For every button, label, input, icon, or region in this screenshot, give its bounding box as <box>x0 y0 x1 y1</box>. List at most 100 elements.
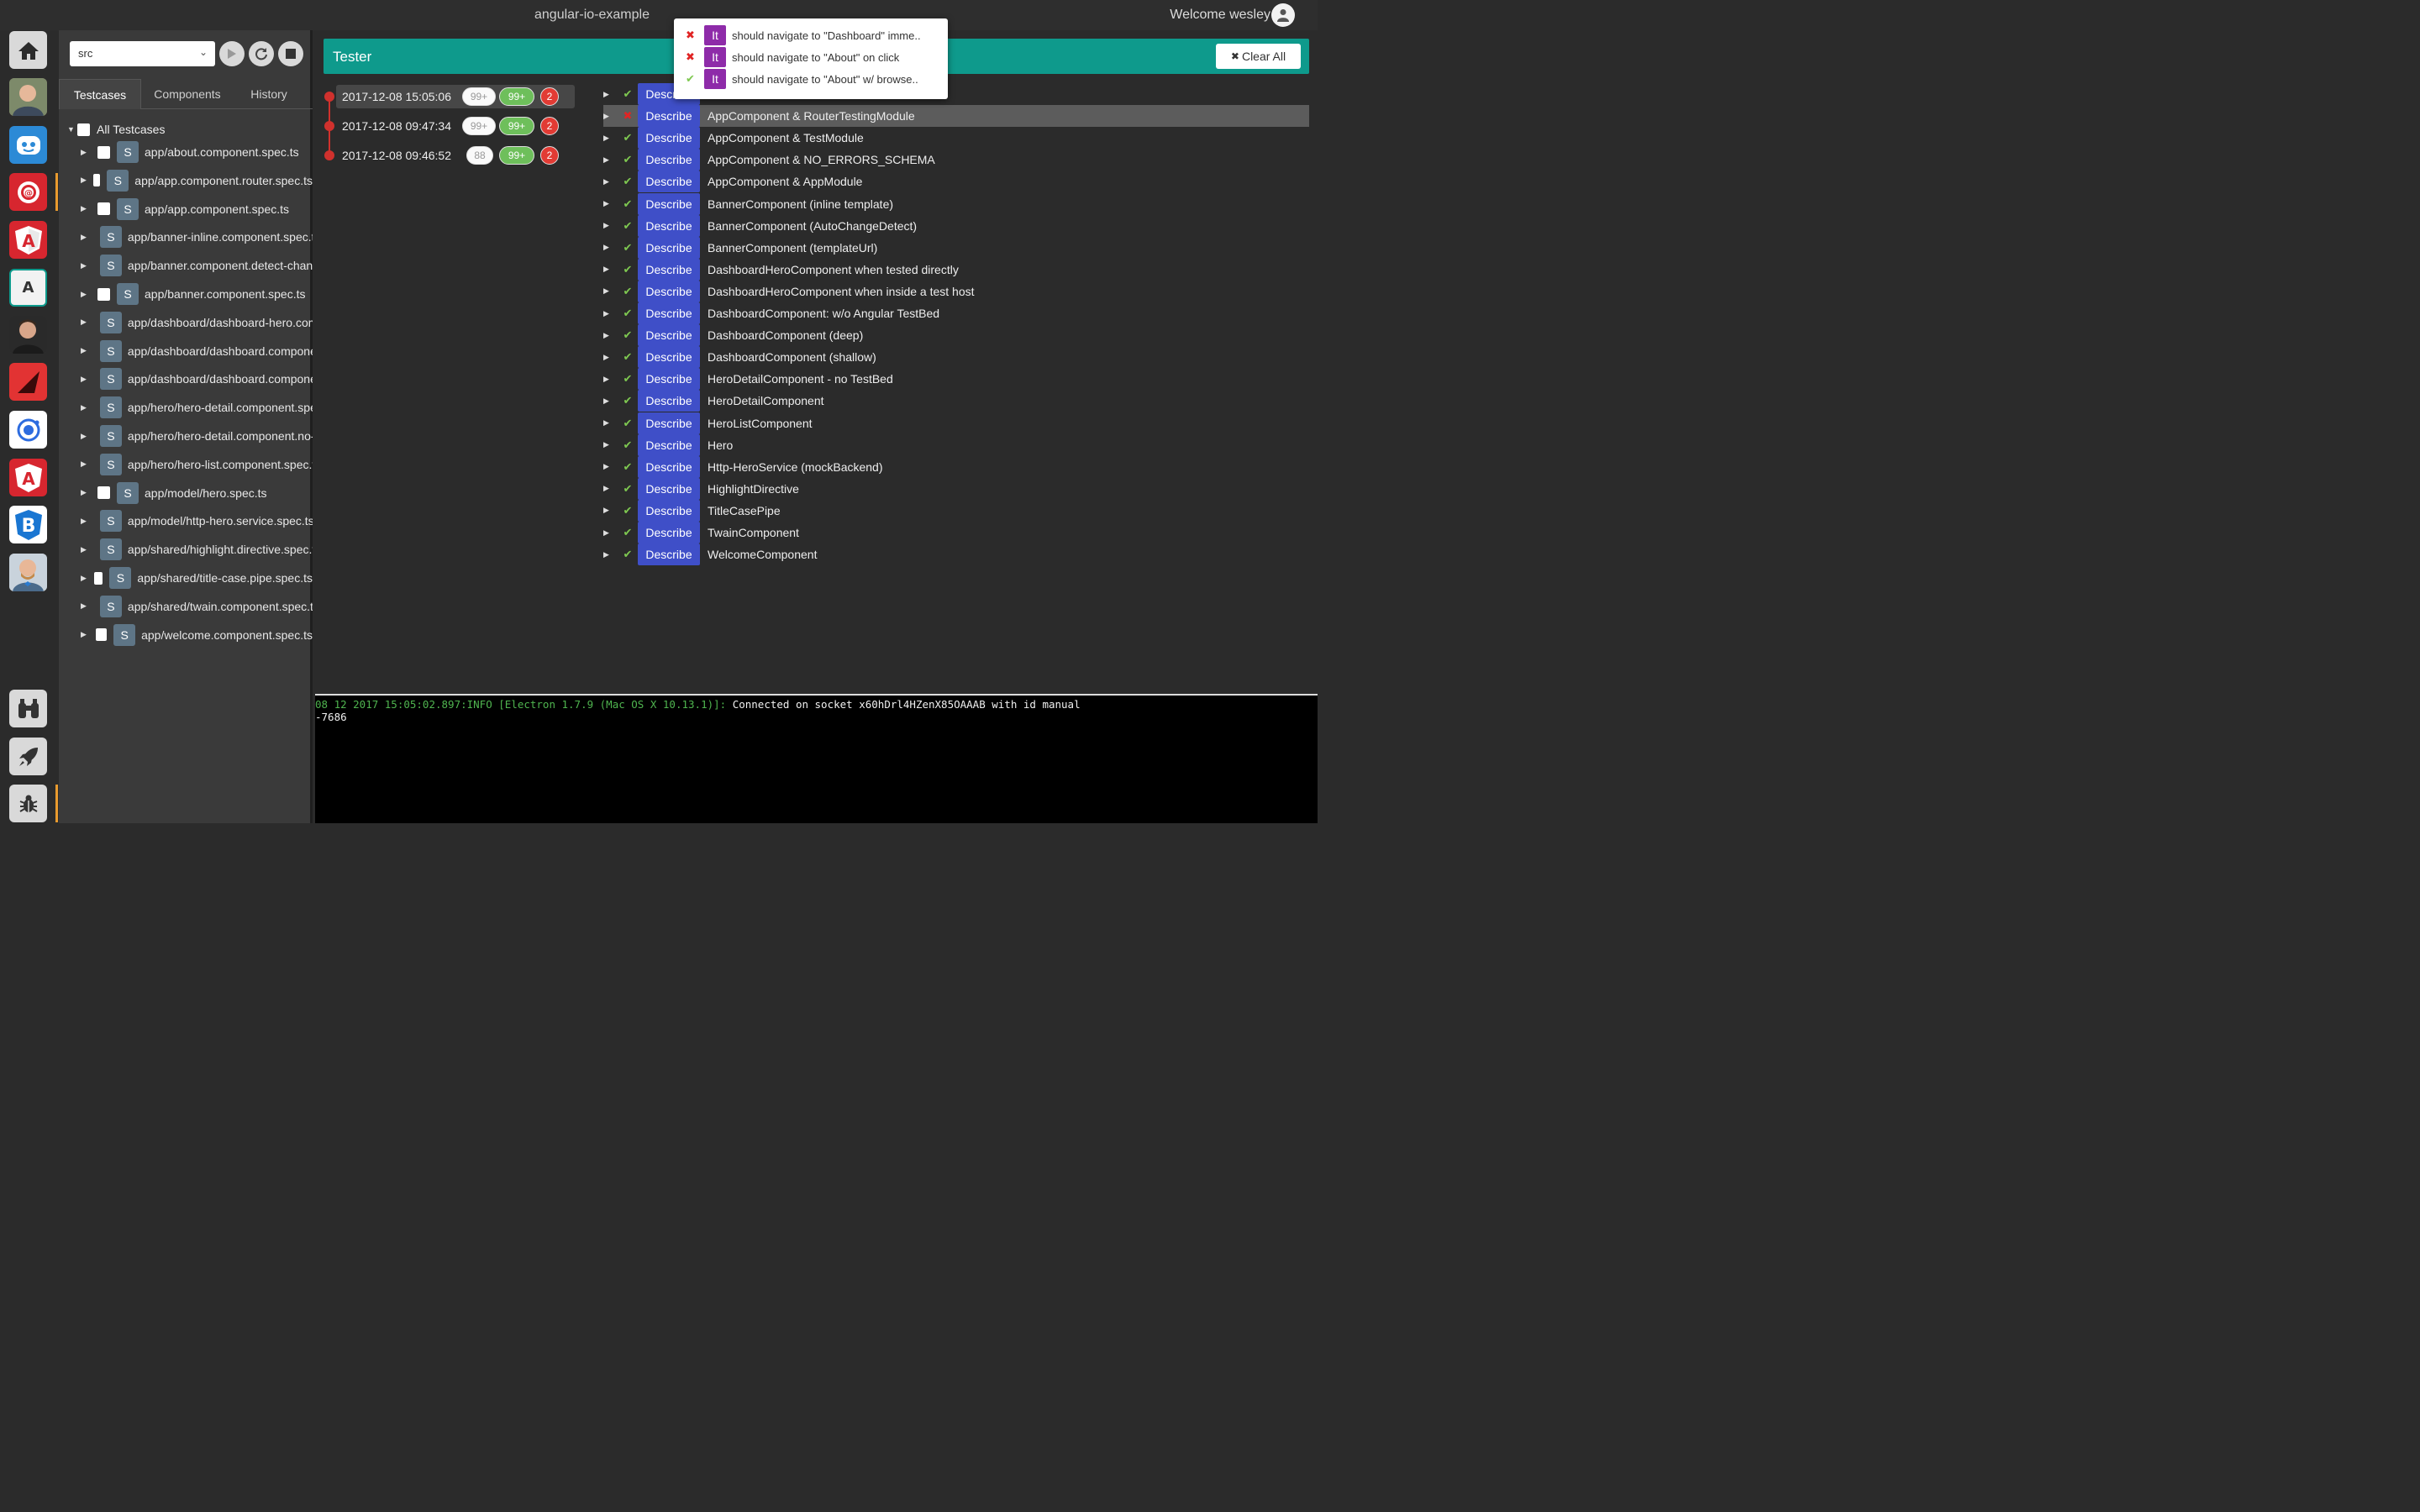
describe-row[interactable]: ▶ ✔ Describe BannerComponent (inline templa… <box>603 192 1309 215</box>
testcase-item[interactable]: ▶ Sapp/banner-inline.component.spec.ts <box>81 226 313 249</box>
testcase-item[interactable]: ▶ Sapp/hero/hero-list.component.spec.ts <box>81 453 313 475</box>
console-output[interactable]: 08 12 2017 15:05:02.897:INFO [Electron 1… <box>315 694 1318 823</box>
caret-right-icon[interactable]: ▶ <box>603 506 618 515</box>
describe-row[interactable]: ▶ ✔ Describe AppComponent & AppModule <box>603 171 1309 193</box>
tab-testcases[interactable]: Testcases <box>59 79 141 109</box>
user-avatar-button[interactable] <box>1271 3 1295 27</box>
rail-bootstrap[interactable]: B <box>9 506 47 543</box>
testcase-item[interactable]: ▶ Sapp/app.component.spec.ts <box>81 197 313 220</box>
caret-right-icon[interactable]: ▶ <box>81 517 87 526</box>
caret-right-icon[interactable]: ▶ <box>81 233 87 242</box>
caret-right-icon[interactable]: ▶ <box>81 176 87 185</box>
caret-right-icon[interactable]: ▶ <box>603 353 618 362</box>
caret-right-icon[interactable]: ▶ <box>81 601 87 611</box>
caret-right-icon[interactable]: ▶ <box>603 309 618 318</box>
testcase-item[interactable]: ▶ Sapp/dashboard/dashboard.component.no-t… <box>81 368 313 391</box>
describe-row[interactable]: ▶ ✔ Describe AppComponent & TestModule <box>603 127 1309 150</box>
describe-row[interactable]: ▶ ✔ Describe BannerComponent (templateUrl) <box>603 236 1309 259</box>
describe-row[interactable]: ▶ ✔ Describe Http-HeroService (mockBackend) <box>603 455 1309 478</box>
caret-right-icon[interactable]: ▶ <box>81 318 87 327</box>
caret-right-icon[interactable]: ▶ <box>603 418 618 428</box>
caret-down-icon[interactable]: ▼ <box>67 125 77 134</box>
caret-right-icon[interactable]: ▶ <box>603 90 618 99</box>
testcase-item[interactable]: ▶ Sapp/banner.component.spec.ts <box>81 283 313 305</box>
caret-right-icon[interactable]: ▶ <box>603 462 618 471</box>
testcase-checkbox[interactable] <box>97 486 110 500</box>
caret-right-icon[interactable]: ▶ <box>81 432 87 441</box>
rail-rocket[interactable] <box>9 738 47 775</box>
caret-right-icon[interactable]: ▶ <box>603 550 618 559</box>
testcase-item[interactable]: ▶ Sapp/about.component.spec.ts <box>81 141 313 163</box>
testcase-item[interactable]: ▶ Sapp/shared/twain.component.spec.ts <box>81 595 313 617</box>
rail-a-box[interactable]: A <box>9 269 47 307</box>
caret-right-icon[interactable]: ▶ <box>81 204 91 213</box>
testcase-item[interactable]: ▶ Sapp/dashboard/dashboard-hero.component… <box>81 311 313 333</box>
describe-row[interactable]: ▶ ✔ Describe TitleCasePipe <box>603 499 1309 522</box>
caret-right-icon[interactable]: ▶ <box>603 528 618 538</box>
describe-row[interactable]: ▶ ✔ Describe AppComponent & NO_ERRORS_SCHEM… <box>603 149 1309 171</box>
caret-right-icon[interactable]: ▶ <box>81 403 87 412</box>
describe-row[interactable]: ▶ ✔ Describe DashboardComponent (shallow) <box>603 346 1309 369</box>
run-history-item[interactable]: 2017-12-08 15:05:06 99+ 99+ 2 <box>324 85 575 108</box>
caret-right-icon[interactable]: ▶ <box>603 331 618 340</box>
caret-right-icon[interactable]: ▶ <box>603 396 618 406</box>
rail-at-target[interactable]: @ <box>9 173 47 211</box>
caret-right-icon[interactable]: ▶ <box>603 375 618 384</box>
rail-avatar-2[interactable] <box>9 316 47 354</box>
rail-ring[interactable] <box>9 411 47 449</box>
all-testcases-checkbox[interactable] <box>77 123 90 136</box>
describe-row[interactable]: ▶ ✔ Describe HeroDetailComponent - no TestB… <box>603 368 1309 391</box>
caret-right-icon[interactable]: ▶ <box>603 286 618 296</box>
rail-angular-2[interactable]: A <box>9 459 47 496</box>
testcase-checkbox[interactable] <box>92 174 101 187</box>
it-row[interactable]: ✖ It should navigate to "About" on click <box>686 47 899 67</box>
describe-row[interactable]: ▶ ✖ Describe AppComponent & RouterTestingMo… <box>603 105 1309 128</box>
caret-right-icon[interactable]: ▶ <box>603 243 618 252</box>
caret-right-icon[interactable]: ▶ <box>81 459 87 469</box>
testcase-checkbox[interactable] <box>94 571 103 585</box>
testcase-checkbox[interactable] <box>97 202 110 216</box>
testcase-checkbox[interactable] <box>96 628 108 642</box>
describe-row[interactable]: ▶ ✔ Describe HeroListComponent <box>603 412 1309 434</box>
caret-right-icon[interactable]: ▶ <box>603 177 618 186</box>
caret-right-icon[interactable]: ▶ <box>603 112 618 121</box>
it-row[interactable]: ✖ It should navigate to "Dashboard" imme.. <box>686 25 921 45</box>
it-row[interactable]: ✔ It should navigate to "About" w/ browse.… <box>686 69 918 89</box>
testcase-checkbox[interactable] <box>97 145 110 159</box>
rail-bug[interactable] <box>9 785 47 822</box>
describe-row[interactable]: ▶ ✔ Describe TwainComponent <box>603 522 1309 543</box>
testcase-item[interactable]: ▶ Sapp/shared/title-case.pipe.spec.ts <box>81 567 313 589</box>
testcase-checkbox[interactable] <box>97 287 110 301</box>
rail-home[interactable] <box>9 31 47 69</box>
refresh-button[interactable] <box>249 41 274 66</box>
source-select[interactable]: src ⌄ <box>70 41 215 66</box>
caret-right-icon[interactable]: ▶ <box>81 261 87 270</box>
rail-robot[interactable] <box>9 126 47 164</box>
rail-avatar-3[interactable] <box>9 554 47 591</box>
rail-angular[interactable]: A <box>9 221 47 259</box>
testcase-item[interactable]: ▶ Sapp/hero/hero-detail.component.no-test… <box>81 425 313 447</box>
caret-right-icon[interactable]: ▶ <box>603 199 618 208</box>
run-history-item[interactable]: 2017-12-08 09:46:52 88 99+ 2 <box>324 144 575 167</box>
run-history-item[interactable]: 2017-12-08 09:47:34 99+ 99+ 2 <box>324 114 575 138</box>
rail-triangle[interactable] <box>9 363 47 401</box>
caret-right-icon[interactable]: ▶ <box>81 630 89 639</box>
tree-root-all-testcases[interactable]: ▼ All Testcases <box>67 121 165 138</box>
caret-right-icon[interactable]: ▶ <box>81 346 87 355</box>
describe-row[interactable]: ▶ ✔ Describe DashboardComponent (deep) <box>603 324 1309 347</box>
testcase-item[interactable]: ▶ Sapp/hero/hero-detail.component.spec.ts <box>81 396 313 419</box>
rail-avatar-1[interactable] <box>9 78 47 116</box>
describe-row[interactable]: ▶ ✔ Describe HighlightDirective <box>603 477 1309 500</box>
clear-all-button[interactable]: ✖ Clear All <box>1216 44 1301 69</box>
caret-right-icon[interactable]: ▶ <box>81 545 87 554</box>
rail-binoculars[interactable] <box>9 690 47 727</box>
describe-row[interactable]: ▶ ✔ Describe Hero <box>603 433 1309 456</box>
caret-right-icon[interactable]: ▶ <box>81 290 91 299</box>
caret-right-icon[interactable]: ▶ <box>603 265 618 274</box>
caret-right-icon[interactable]: ▶ <box>603 134 618 143</box>
caret-right-icon[interactable]: ▶ <box>81 574 87 583</box>
testcase-item[interactable]: ▶ Sapp/shared/highlight.directive.spec.ts <box>81 538 313 561</box>
caret-right-icon[interactable]: ▶ <box>81 488 91 497</box>
describe-row[interactable]: ▶ ✔ Describe HeroDetailComponent <box>603 390 1309 412</box>
caret-right-icon[interactable]: ▶ <box>603 484 618 493</box>
